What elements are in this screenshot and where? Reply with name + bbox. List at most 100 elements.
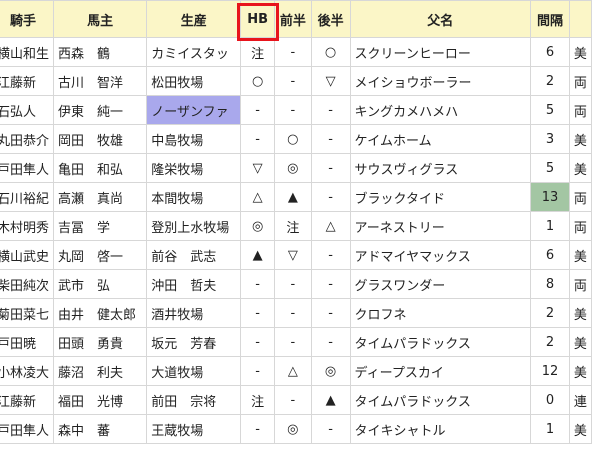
col-header-breeder[interactable]: 生産 [146, 0, 242, 38]
cell-jockey: 石川裕紀 [0, 182, 55, 212]
cell-hb: 注 [240, 37, 276, 67]
cell-extra: 連 [568, 385, 593, 415]
cell-second-half: △ [310, 211, 351, 241]
cell-extra: 両 [568, 95, 593, 125]
cell-owner: 高瀬 真尚 [53, 182, 148, 212]
table-row[interactable]: 江藤新 福田 光博 前田 宗将注 - ▲ タイムパラドックス 0 連 [0, 385, 593, 415]
cell-second-half: - [310, 124, 351, 154]
cell-jockey: 戸田隼人 [0, 153, 55, 183]
cell-extra: 美 [568, 414, 593, 444]
table-row[interactable]: 横山武史 丸岡 啓一 前谷 武志 ▲ ▽ - アドマイヤマックス 6 美 [0, 240, 593, 270]
cell-interval: 3 [530, 124, 570, 154]
cell-hb: ▲ [240, 240, 276, 270]
col-header-sire[interactable]: 父名 [349, 0, 532, 38]
cell-breeder: 松田牧場 [146, 66, 242, 96]
cell-sire: タイムパラドックス [349, 385, 532, 415]
col-header-jockey[interactable]: 騎手 [0, 0, 55, 38]
cell-breeder: 前谷 武志 [146, 240, 242, 270]
cell-second-half: ▽ [310, 66, 351, 96]
col-header-interval[interactable]: 間隔 [530, 0, 570, 38]
table-row[interactable]: 木村明秀 吉冨 学登別上水牧場 ◎ 注 △ アーネストリー 1 両 [0, 211, 593, 241]
cell-extra: 美 [568, 37, 593, 67]
table-row[interactable]: 江藤新 古川 智洋 松田牧場 ○ - ▽ メイショウボーラー 2 両 [0, 66, 593, 96]
cell-sire: スクリーンヒーロー [349, 37, 532, 67]
table-row[interactable]: 戸田隼人 森中 蕃王蔵牧場 - ◎ - タイキシャトル 1 美 [0, 414, 593, 444]
cell-jockey: 小林凌大 [0, 356, 55, 386]
cell-interval: 13 [530, 182, 570, 212]
cell-second-half: - [310, 298, 351, 328]
col-header-first-half[interactable]: 前半 [274, 0, 312, 38]
cell-hb: - [240, 269, 276, 299]
cell-second-half: - [310, 153, 351, 183]
table-row[interactable]: 菊田菜七 由井 健太郎 酒井牧場 - - - クロフネ 2 美 [0, 298, 593, 328]
cell-breeder: 王蔵牧場 [146, 414, 242, 444]
cell-extra: 美 [568, 124, 593, 154]
cell-owner: 伊東 純一 [53, 95, 148, 125]
cell-extra: 両 [568, 66, 593, 96]
cell-sire: タイムパラドックス [349, 327, 532, 357]
col-header-second-half[interactable]: 後半 [310, 0, 351, 38]
cell-sire: グラスワンダー [349, 269, 532, 299]
cell-first-half: - [274, 95, 312, 125]
cell-sire: ケイムホーム [349, 124, 532, 154]
cell-first-half: - [274, 298, 312, 328]
cell-jockey: 菊田菜七 [0, 298, 55, 328]
cell-first-half: △ [274, 356, 312, 386]
table-row[interactable]: 柴田純次 武市 弘沖田 哲夫 - - - グラスワンダー 8 両 [0, 269, 593, 299]
cell-owner: 古川 智洋 [53, 66, 148, 96]
cell-owner: 田頭 勇貴 [53, 327, 148, 357]
cell-second-half: ○ [310, 37, 351, 67]
col-header-extra[interactable] [568, 0, 593, 38]
cell-interval: 12 [530, 356, 570, 386]
cell-sire: ディープスカイ [349, 356, 532, 386]
cell-owner: 亀田 和弘 [53, 153, 148, 183]
table-row[interactable]: 石川裕紀 高瀬 真尚 本間牧場 △ ▲ - ブラックタイド 13 両 [0, 182, 593, 212]
cell-second-half: ▲ [310, 385, 351, 415]
table-row[interactable]: 石弘人 伊東 純一 ノーザンファ - - - キングカメハメハ 5 両 [0, 95, 593, 125]
cell-sire: タイキシャトル [349, 414, 532, 444]
cell-second-half: - [310, 327, 351, 357]
cell-hb: ○ [240, 66, 276, 96]
cell-owner: 森中 蕃 [53, 414, 148, 444]
cell-hb: - [240, 124, 276, 154]
cell-interval: 1 [530, 211, 570, 241]
cell-first-half: ▽ [274, 240, 312, 270]
cell-owner: 武市 弘 [53, 269, 148, 299]
cell-interval: 2 [530, 298, 570, 328]
cell-owner: 由井 健太郎 [53, 298, 148, 328]
cell-first-half: ○ [274, 124, 312, 154]
cell-breeder: 登別上水牧場 [146, 211, 242, 241]
table-row[interactable]: 横山和生 西森 鶴カミイスタッ注 - ○ スクリーンヒーロー 6 美 [0, 37, 593, 67]
cell-hb: ▽ [240, 153, 276, 183]
cell-hb: ◎ [240, 211, 276, 241]
cell-first-half: - [274, 269, 312, 299]
cell-first-half: - [274, 66, 312, 96]
cell-jockey: 戸田隼人 [0, 414, 55, 444]
table-row[interactable]: 小林凌大 藤沼 利夫 大道牧場 - △ ◎ ディープスカイ 12 美 [0, 356, 593, 386]
cell-owner: 西森 鶴 [53, 37, 148, 67]
cell-sire: アドマイヤマックス [349, 240, 532, 270]
cell-interval: 6 [530, 240, 570, 270]
cell-breeder: 中島牧場 [146, 124, 242, 154]
table-row[interactable]: 戸田暁 田頭 勇貴 坂元 芳春 - - - タイムパラドックス 2 美 [0, 327, 593, 357]
cell-breeder: 沖田 哲夫 [146, 269, 242, 299]
cell-sire: キングカメハメハ [349, 95, 532, 125]
cell-first-half: - [274, 37, 312, 67]
col-header-owner[interactable]: 馬主 [53, 0, 148, 38]
cell-breeder: 坂元 芳春 [146, 327, 242, 357]
cell-sire: サウスヴィグラス [349, 153, 532, 183]
cell-sire: アーネストリー [349, 211, 532, 241]
cell-jockey: 柴田純次 [0, 269, 55, 299]
cell-interval: 2 [530, 66, 570, 96]
table-row[interactable]: 戸田隼人 亀田 和弘 隆栄牧場 ▽ ◎ - サウスヴィグラス 5 美 [0, 153, 593, 183]
cell-jockey: 石弘人 [0, 95, 55, 125]
cell-owner: 岡田 牧雄 [53, 124, 148, 154]
col-header-hb[interactable]: HB [240, 0, 276, 38]
table-row[interactable]: 丸田恭介 岡田 牧雄 中島牧場 - ○ - ケイムホーム 3 美 [0, 124, 593, 154]
cell-second-half: - [310, 182, 351, 212]
cell-sire: ブラックタイド [349, 182, 532, 212]
cell-second-half: ◎ [310, 356, 351, 386]
cell-extra: 両 [568, 269, 593, 299]
cell-jockey: 戸田暁 [0, 327, 55, 357]
cell-hb: - [240, 414, 276, 444]
